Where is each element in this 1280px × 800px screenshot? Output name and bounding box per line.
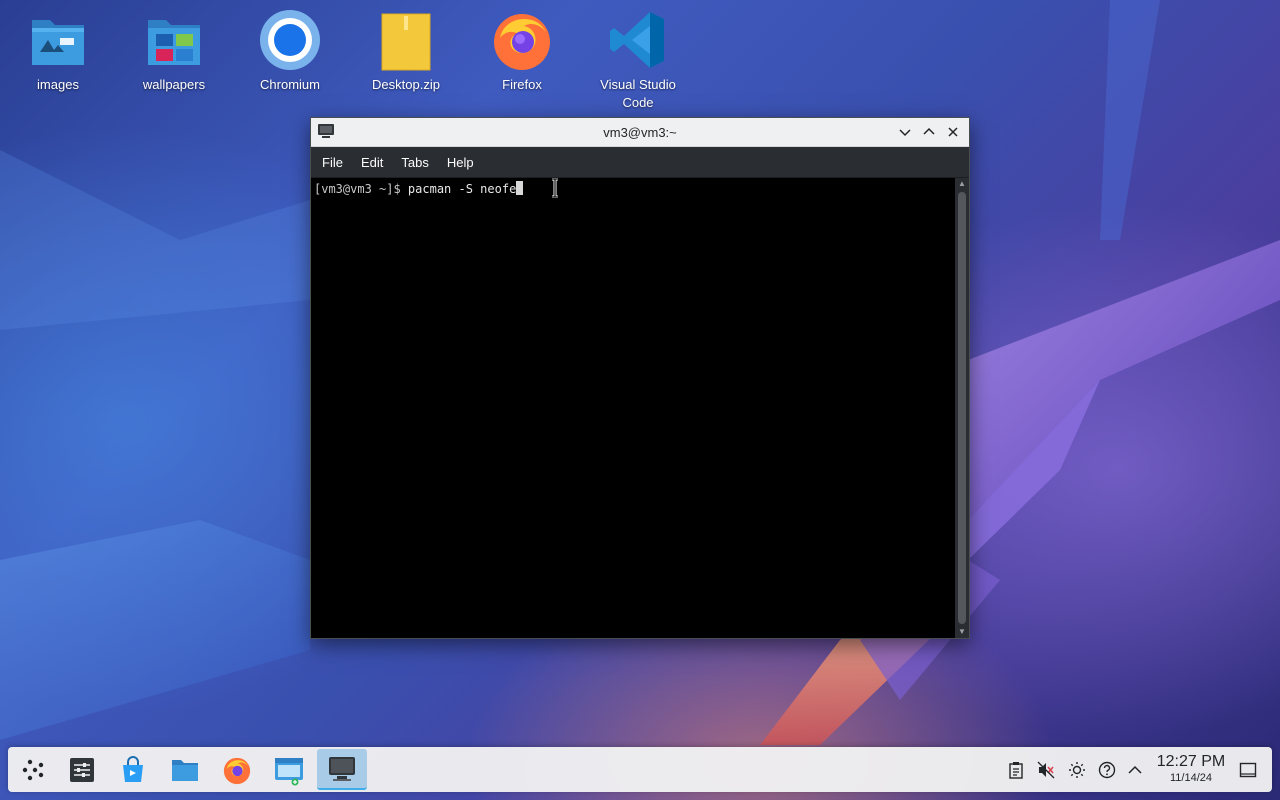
menu-edit[interactable]: Edit (354, 151, 390, 174)
menu-file[interactable]: File (315, 151, 350, 174)
expand-tray-icon (1128, 765, 1142, 774)
close-icon (948, 127, 958, 137)
maximize-button[interactable] (919, 122, 939, 142)
digital-clock[interactable]: 12:27 PM 11/14/24 (1151, 753, 1231, 785)
desktop-icon-firefox[interactable]: Firefox (472, 8, 572, 94)
clock-date: 11/14/24 (1169, 772, 1212, 784)
help-button[interactable] (1096, 759, 1118, 781)
text-cursor (516, 181, 524, 195)
taskbar: 12:27 PM 11/14/24 (8, 747, 1272, 792)
discover-store-icon (123, 755, 143, 782)
firefox-icon (490, 8, 554, 72)
desktop-icon-label: Chromium (260, 77, 320, 92)
system-settings-button[interactable] (59, 749, 105, 790)
desktop-icon-label: Desktop.zip (372, 77, 440, 92)
application-launcher-button[interactable] (12, 749, 58, 790)
window-menubar: File Edit Tabs Help (311, 147, 969, 178)
firefox-taskbar-button[interactable] (214, 749, 260, 790)
close-button[interactable] (943, 122, 963, 142)
ibeam-cursor-icon (552, 178, 558, 198)
terminal-scrollbar[interactable]: ▲ ▼ (955, 178, 969, 638)
system-settings-icon (70, 757, 94, 782)
folder-images-icon (26, 8, 90, 72)
help-icon (1098, 761, 1116, 779)
terminal-app-icon (318, 124, 334, 138)
file-manager-icon (172, 759, 198, 781)
terminal-output[interactable]: [vm3@vm3 ~]$ pacman -S neofe (311, 178, 955, 638)
terminal-taskbar-button[interactable] (317, 749, 367, 790)
volume-button[interactable] (1035, 759, 1057, 781)
chevron-down-icon (899, 129, 911, 137)
zip-archive-icon (374, 8, 438, 72)
dolphin-folder-icon (275, 757, 303, 785)
firefox-icon (223, 757, 251, 784)
terminal-prompt: [vm3@vm3 ~]$ (314, 182, 408, 196)
desktop-icon-wallpapers[interactable]: wallpapers (124, 8, 224, 94)
desktop-icon-vscode[interactable]: Visual Studio Code (588, 8, 688, 112)
terminal-command: pacman -S neofe (407, 182, 517, 196)
scroll-down-icon[interactable]: ▼ (955, 626, 969, 638)
show-desktop-button[interactable] (1237, 759, 1259, 781)
desktop-icon-label: Firefox (502, 77, 542, 92)
window-title: vm3@vm3:~ (603, 124, 677, 140)
terminal-icon (329, 756, 355, 781)
file-manager-button[interactable] (162, 749, 208, 790)
clipboard-icon (1009, 762, 1023, 779)
desktop-icon-chromium[interactable]: Chromium (240, 8, 340, 94)
chromium-icon (258, 8, 322, 72)
window-titlebar[interactable]: vm3@vm3:~ (311, 118, 969, 147)
application-launcher-icon (22, 759, 44, 780)
volume-muted-icon (1037, 761, 1055, 779)
brightness-icon (1069, 762, 1085, 778)
clipboard-button[interactable] (1005, 759, 1027, 781)
desktop-icon-label: Visual Studio Code (600, 77, 676, 110)
discover-store-button[interactable] (110, 749, 156, 790)
scroll-up-icon[interactable]: ▲ (955, 178, 969, 190)
scrollbar-thumb[interactable] (958, 192, 966, 624)
menu-tabs[interactable]: Tabs (394, 151, 435, 174)
menu-help[interactable]: Help (440, 151, 481, 174)
brightness-button[interactable] (1066, 759, 1088, 781)
terminal-window[interactable]: vm3@vm3:~ File Edit Tabs Help [vm3@vm3 ~… (310, 117, 970, 639)
clock-time: 12:27 PM (1156, 753, 1226, 770)
folder-wallpapers-icon (142, 8, 206, 72)
chevron-up-icon (923, 127, 935, 135)
vscode-icon (606, 8, 670, 72)
dolphin-button[interactable] (266, 749, 312, 790)
show-desktop-icon (1239, 762, 1257, 778)
desktop-icon-label: images (37, 77, 79, 92)
minimize-button[interactable] (895, 122, 915, 142)
desktop-icon-desktop-zip[interactable]: Desktop.zip (356, 8, 456, 94)
expand-tray-button[interactable] (1124, 759, 1146, 781)
desktop-icon-images[interactable]: images (8, 8, 108, 94)
desktop-icon-label: wallpapers (142, 77, 206, 92)
